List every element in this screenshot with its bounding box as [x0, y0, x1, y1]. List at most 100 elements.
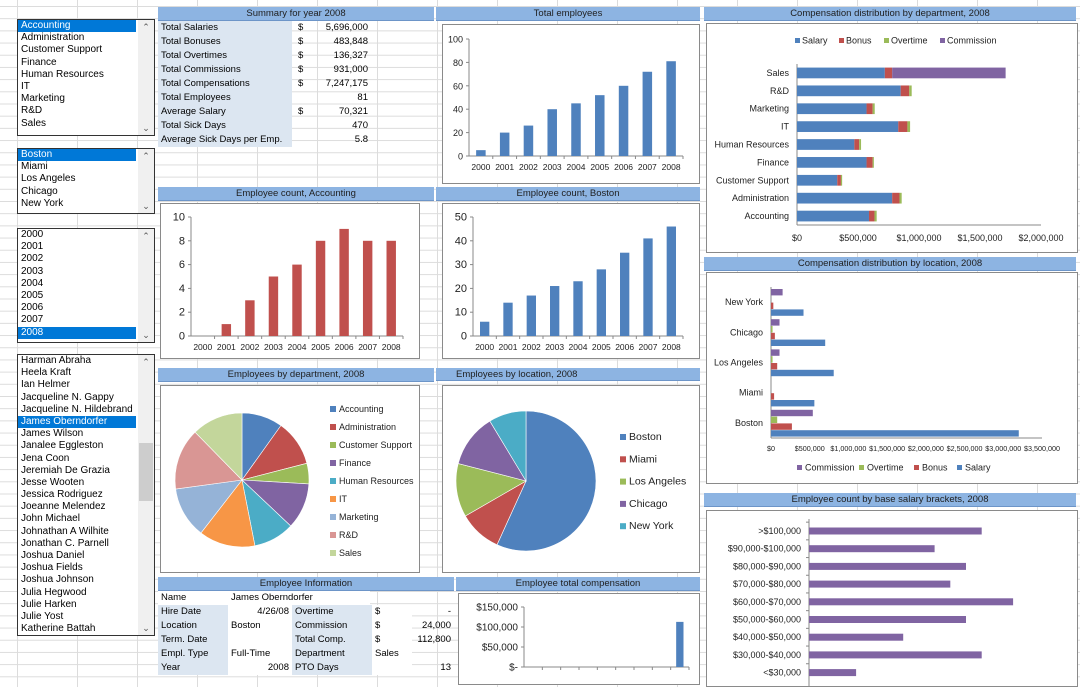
legend-label: Bonus [846, 36, 872, 46]
list-item[interactable]: Johnathan A Wilhite [18, 526, 136, 538]
legend-swatch [839, 38, 844, 43]
scroll-up-icon[interactable]: ⌃ [138, 20, 154, 34]
x-tick-label: 2006 [335, 342, 354, 352]
summary-label: Total Salaries [158, 21, 292, 35]
emp-by-loc-header: Employees by location, 2008 [436, 368, 700, 381]
list-item[interactable]: 2007 [18, 314, 136, 326]
scroll-thumb[interactable] [139, 443, 153, 501]
scroll-down-icon[interactable]: ⌄ [138, 621, 154, 635]
scrollbar[interactable]: ⌃ ⌄ [138, 229, 154, 342]
bar [221, 324, 232, 336]
employee-listbox[interactable]: Harman Abraha Heela Kraft Ian Helmer Jacque… [17, 354, 155, 636]
scroll-up-icon[interactable]: ⌃ [138, 229, 154, 243]
list-item[interactable]: 2003 [18, 266, 136, 278]
scroll-down-icon[interactable]: ⌄ [138, 328, 154, 342]
legend-swatch [330, 550, 336, 556]
list-item[interactable]: Boston [18, 149, 136, 162]
summary-label: Total Compensations [158, 77, 292, 91]
list-item[interactable]: Finance [18, 57, 136, 69]
scroll-down-icon[interactable]: ⌄ [138, 199, 154, 213]
legend-swatch [795, 38, 800, 43]
list-item[interactable]: 2002 [18, 253, 136, 265]
legend-swatch [330, 442, 336, 448]
bar [245, 300, 255, 336]
chart-canvas: Boston Miami Los Angeles Chicago New York $0 $… [714, 287, 1060, 473]
list-item[interactable]: John Michael [18, 513, 136, 525]
bar-segment [797, 103, 867, 115]
list-item[interactable]: New York [18, 198, 136, 210]
list-item[interactable]: James Oberndorfer [18, 415, 136, 429]
list-item[interactable]: Jessica Rodriguez [18, 489, 136, 501]
list-item[interactable]: Miami [18, 161, 136, 173]
y-tick-label: New York [725, 297, 764, 307]
legend-label: Salary [802, 36, 828, 46]
scrollbar[interactable]: ⌃ ⌄ [138, 149, 154, 213]
y-tick-label: <$30,000 [763, 668, 801, 678]
bar-segment [892, 192, 900, 204]
summary-row: Total Overtimes $136,327 [158, 49, 434, 63]
list-item[interactable]: James Wilson [18, 428, 136, 440]
x-tick-label: 2001 [217, 342, 236, 352]
list-item[interactable]: Customer Support [18, 44, 136, 56]
summary-row: Total Salaries $5,696,000 [158, 21, 434, 35]
summary-label: Total Sick Days [158, 119, 292, 133]
salary-brackets-header: Employee count by base salary brackets, … [704, 493, 1076, 507]
list-item[interactable]: Jacqueline N. Hildebrand [18, 404, 136, 416]
list-item[interactable]: 2004 [18, 278, 136, 290]
list-item[interactable]: Jesse Wooten [18, 477, 136, 489]
list-item[interactable]: Jena Coon [18, 453, 136, 465]
bar [809, 633, 904, 641]
list-item[interactable]: 2001 [18, 241, 136, 253]
department-listbox[interactable]: Accounting Administration Customer Support… [17, 19, 155, 136]
legend-swatch [957, 465, 962, 470]
bar [315, 240, 326, 336]
list-item[interactable]: Human Resources [18, 69, 136, 81]
list-item[interactable]: R&D [18, 105, 136, 117]
scroll-up-icon[interactable]: ⌃ [138, 355, 154, 369]
summary-value: 5.8 [354, 134, 368, 145]
year-listbox[interactable]: 2000 2001 2002 2003 2004 2005 2006 2007 2008 ⌃ ⌄ [17, 228, 155, 343]
list-item[interactable]: Julia Hegwood [18, 587, 136, 599]
list-item[interactable]: Julie Yost [18, 611, 136, 623]
x-tick-label: $1,500,000 [957, 233, 1002, 243]
list-item[interactable]: Administration [18, 32, 136, 44]
y-tick-label: Customer Support [716, 175, 790, 185]
list-item[interactable]: 2008 [18, 326, 136, 339]
list-item[interactable]: Joshua Daniel [18, 550, 136, 562]
list-item[interactable]: 2006 [18, 302, 136, 314]
list-item[interactable]: IT [18, 81, 136, 93]
list-item[interactable]: 2005 [18, 290, 136, 302]
bar-segment [899, 192, 902, 204]
bar-segment [900, 85, 910, 97]
list-item[interactable]: Joshua Johnson [18, 574, 136, 586]
y-tick-label: Human Resources [714, 140, 789, 150]
y-tick-label: 0 [458, 152, 463, 162]
list-item[interactable]: Jonathan C. Parnell [18, 538, 136, 550]
total-employees-chart: 0 20 40 60 80 100 2000 2001 2002 2003 2004 2005 2006… [442, 24, 700, 184]
list-item[interactable]: Janalee Eggleston [18, 440, 136, 452]
list-item[interactable]: Accounting [18, 20, 136, 33]
list-item[interactable]: Los Angeles [18, 173, 136, 185]
scroll-up-icon[interactable]: ⌃ [138, 149, 154, 163]
bar [526, 295, 536, 336]
list-item[interactable]: Ian Helmer [18, 379, 136, 391]
list-item[interactable]: Jeremiah De Grazia [18, 465, 136, 477]
bar [643, 238, 653, 336]
x-tick-label: $500,000 [839, 233, 877, 243]
list-item[interactable]: Chicago [18, 186, 136, 198]
list-item[interactable]: Joshua Fields [18, 562, 136, 574]
list-item[interactable]: Katherine Battah [18, 623, 136, 635]
list-item[interactable]: Harman Abraha [18, 355, 136, 367]
list-item[interactable]: Jacqueline N. Gappy [18, 392, 136, 404]
scrollbar[interactable]: ⌃ ⌄ [138, 355, 154, 635]
list-item[interactable]: Joeanne Melendez [18, 501, 136, 513]
scrollbar[interactable]: ⌃ ⌄ [138, 20, 154, 135]
list-item[interactable]: 2000 [18, 229, 136, 241]
summary-value: 5,696,000 [325, 22, 368, 33]
location-listbox[interactable]: Boston Miami Los Angeles Chicago New York ⌃ ⌄ [17, 148, 155, 214]
list-item[interactable]: Sales [18, 118, 136, 130]
list-item[interactable]: Marketing [18, 93, 136, 105]
list-item[interactable]: Heela Kraft [18, 367, 136, 379]
scroll-down-icon[interactable]: ⌄ [138, 121, 154, 135]
list-item[interactable]: Julie Harken [18, 599, 136, 611]
